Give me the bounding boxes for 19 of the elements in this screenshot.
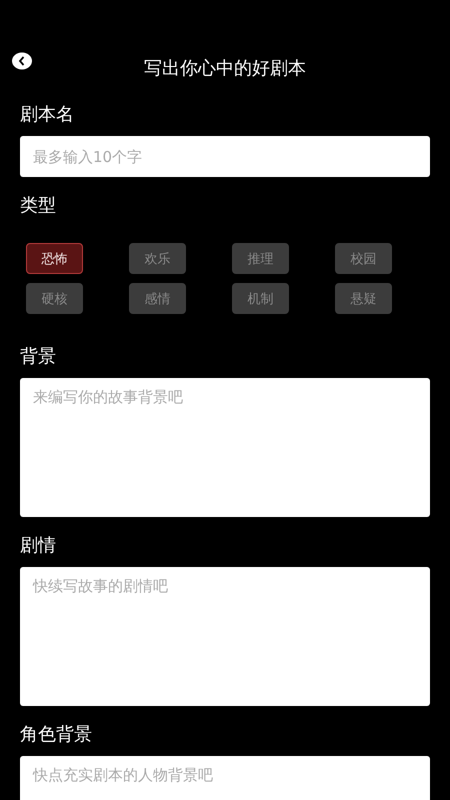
field-label: 角色背景 [20,723,93,747]
genre-tag[interactable]: 校园 [335,243,392,274]
genre-tag[interactable]: 硬核 [26,283,83,314]
field-label: 背景 [20,345,57,369]
genre-tag[interactable]: 机制 [232,283,289,314]
field-label: 类型 [20,194,57,218]
input-field[interactable]: 最多输入10个字 [20,136,430,177]
genre-tag[interactable]: 悬疑 [335,283,392,314]
page-title: 写出你心中的好剧本 [144,57,306,80]
input-field[interactable]: 快续写故事的剧情吧 [20,567,430,706]
genre-tag[interactable]: 推理 [232,243,289,274]
field-label: 剧本名 [20,103,75,127]
genre-tag[interactable]: 欢乐 [129,243,186,274]
field-label: 剧情 [20,534,57,558]
input-field[interactable]: 来编写你的故事背景吧 [20,378,430,517]
genre-tag[interactable]: 感情 [129,283,186,314]
back-icon[interactable] [12,52,32,70]
input-field[interactable]: 快点充实剧本的人物背景吧 [20,756,430,800]
genre-tag[interactable]: 恐怖 [26,243,83,274]
